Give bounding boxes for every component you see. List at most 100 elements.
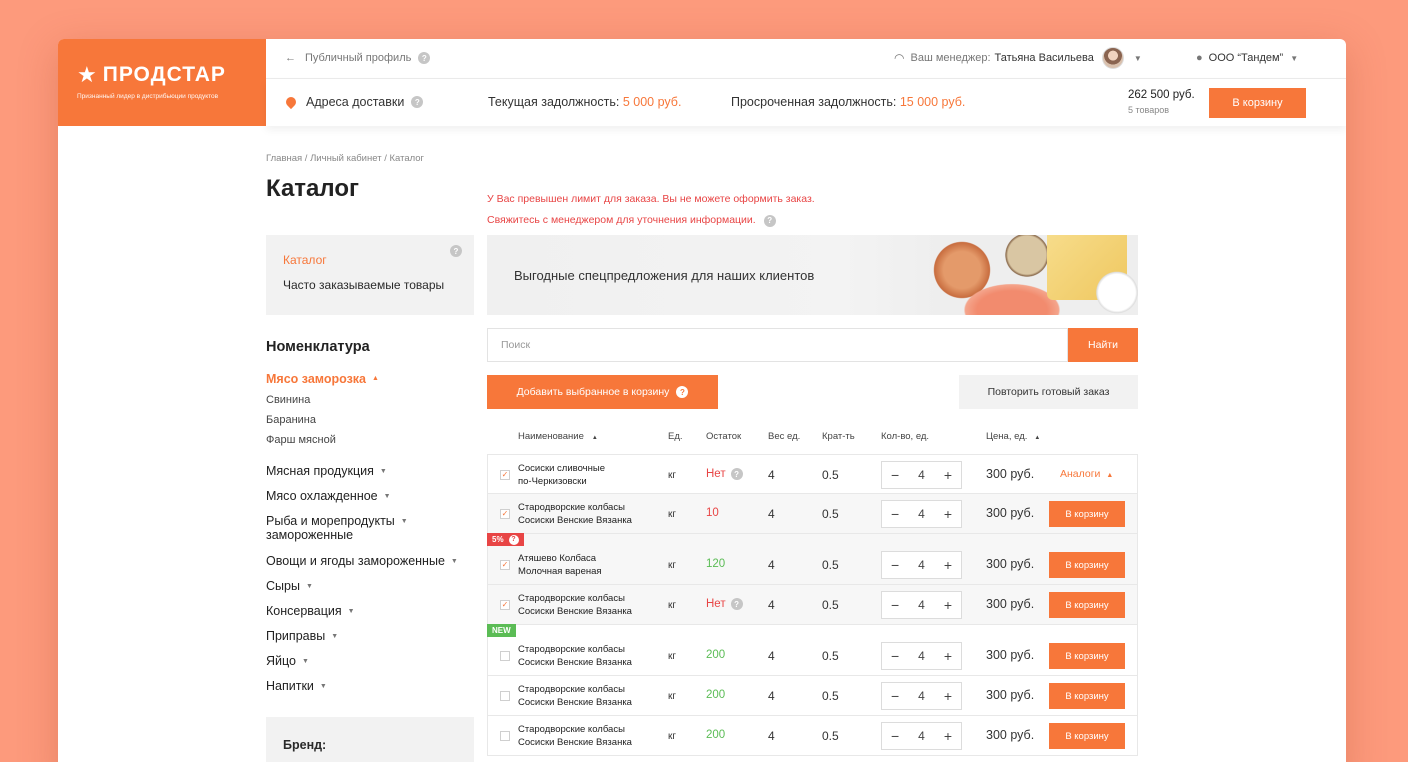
- table-row: NEW Стародворские колбасы Сосиски Венские …: [487, 624, 1138, 676]
- help-icon[interactable]: ?: [730, 468, 743, 480]
- price: 300 руб.: [986, 506, 1035, 520]
- row-checkbox[interactable]: ✓: [500, 470, 510, 480]
- plus-icon[interactable]: +: [944, 648, 952, 664]
- plus-icon[interactable]: +: [944, 597, 952, 613]
- quantity-stepper[interactable]: − 4 +: [881, 722, 962, 750]
- header-name[interactable]: Наименование ▲: [518, 431, 598, 442]
- search-button[interactable]: Найти: [1068, 328, 1138, 362]
- unit-weight: 4: [768, 689, 775, 703]
- promo-banner[interactable]: Выгодные спецпредложения для наших клиен…: [487, 235, 1138, 315]
- row-checkbox[interactable]: ✓: [500, 560, 510, 570]
- row-checkbox[interactable]: [500, 731, 510, 741]
- minus-icon[interactable]: −: [891, 688, 899, 704]
- unit-weight: 4: [768, 598, 775, 612]
- plus-icon[interactable]: +: [944, 557, 952, 573]
- category-frozen-meat[interactable]: Мясо заморозка ▲: [266, 372, 458, 394]
- add-to-cart-button[interactable]: В корзину: [1049, 723, 1125, 749]
- row-checkbox[interactable]: ✓: [500, 509, 510, 519]
- help-icon[interactable]: ?: [411, 96, 424, 108]
- side-menu-frequent[interactable]: Часто заказываемые товары: [283, 278, 474, 292]
- unit: кг: [668, 600, 677, 611]
- category-spices[interactable]: Приправы ▼: [266, 629, 458, 654]
- delivery-addresses-link[interactable]: Адреса доставки ?: [283, 94, 424, 110]
- price: 300 руб.: [986, 557, 1035, 571]
- category-vegetables[interactable]: Овощи и ягоды замороженные ▼: [266, 554, 458, 579]
- add-to-cart-button[interactable]: В корзину: [1049, 592, 1125, 618]
- minus-icon[interactable]: −: [891, 728, 899, 744]
- plus-icon[interactable]: +: [944, 467, 952, 483]
- analogs-toggle[interactable]: Аналоги ▲: [1060, 468, 1113, 480]
- user-icon: ●: [1196, 52, 1203, 64]
- add-to-cart-button[interactable]: В корзину: [1049, 683, 1125, 709]
- product-name[interactable]: Сосиски сливочные по-Черкизовски: [518, 462, 605, 488]
- quantity-value: 4: [918, 598, 925, 612]
- multiplicity: 0.5: [822, 507, 839, 521]
- row-checkbox[interactable]: [500, 651, 510, 661]
- search-input[interactable]: Поиск: [487, 328, 1068, 362]
- app-window: ★ ПРОДСТАР Признанный лидер в дистрибьюц…: [58, 39, 1346, 762]
- subcategory-pork[interactable]: Свинина: [266, 394, 458, 414]
- quantity-stepper[interactable]: − 4 +: [881, 642, 962, 670]
- category-seafood[interactable]: Рыба и морепродукты ▼ замороженные: [266, 514, 458, 554]
- add-to-cart-button[interactable]: В корзину: [1049, 643, 1125, 669]
- plus-icon[interactable]: +: [944, 728, 952, 744]
- help-icon[interactable]: ?: [450, 245, 462, 257]
- add-to-cart-button[interactable]: В корзину: [1049, 501, 1125, 527]
- header-qty: Кол-во, ед.: [881, 431, 930, 442]
- multiplicity: 0.5: [822, 729, 839, 743]
- quantity-stepper[interactable]: − 4 +: [881, 682, 962, 710]
- subcategory-lamb[interactable]: Баранина: [266, 414, 458, 434]
- price: 300 руб.: [986, 597, 1035, 611]
- quantity-stepper[interactable]: − 4 +: [881, 551, 962, 579]
- product-name[interactable]: Стародворские колбасы Сосиски Венские Вяз…: [518, 643, 632, 669]
- quantity-stepper[interactable]: − 4 +: [881, 461, 962, 489]
- plus-icon[interactable]: +: [944, 688, 952, 704]
- row-checkbox[interactable]: [500, 691, 510, 701]
- minus-icon[interactable]: −: [891, 557, 899, 573]
- multiplicity: 0.5: [822, 689, 839, 703]
- page-title: Каталог: [266, 175, 359, 202]
- product-name[interactable]: Стародворские колбасы Сосиски Венские Вяз…: [518, 592, 632, 618]
- product-name[interactable]: Стародворские колбасы Сосиски Венские Вяз…: [518, 683, 632, 709]
- subcategory-mince[interactable]: Фарш мясной: [266, 434, 458, 454]
- category-cheese[interactable]: Сыры ▼: [266, 579, 458, 604]
- help-icon[interactable]: ?: [763, 214, 776, 227]
- company-menu[interactable]: ● ООО “Тандем” ▼: [1196, 52, 1298, 64]
- add-selected-button[interactable]: Добавить выбранное в корзину?: [487, 375, 718, 409]
- category-eggs[interactable]: Яйцо ▼: [266, 654, 458, 679]
- add-to-cart-button[interactable]: В корзину: [1049, 552, 1125, 578]
- category-chilled-meat[interactable]: Мясо охлажденное ▼: [266, 489, 458, 514]
- multiplicity: 0.5: [822, 558, 839, 572]
- side-menu-catalog[interactable]: Каталог: [283, 253, 474, 267]
- stock: Нет?: [706, 468, 743, 480]
- cart-button[interactable]: В корзину: [1209, 88, 1306, 118]
- manager-name: Татьяна Васильева: [994, 52, 1094, 64]
- minus-icon[interactable]: −: [891, 597, 899, 613]
- product-name[interactable]: Стародворские колбасы Сосиски Венские Вяз…: [518, 723, 632, 749]
- headset-icon: ◠: [894, 51, 905, 65]
- minus-icon[interactable]: −: [891, 648, 899, 664]
- quantity-stepper[interactable]: − 4 +: [881, 591, 962, 619]
- category-meat-products[interactable]: Мясная продукция ▼: [266, 464, 458, 489]
- category-drinks[interactable]: Напитки ▼: [266, 679, 458, 704]
- breadcrumb[interactable]: Главная / Личный кабинет / Каталог: [266, 153, 424, 164]
- repeat-order-button[interactable]: Повторить готовый заказ: [959, 375, 1138, 409]
- public-profile-link[interactable]: ← Публичный профиль ?: [285, 52, 431, 64]
- brand-filter[interactable]: Бренд:: [266, 717, 474, 762]
- manager-menu[interactable]: ◠ Ваш менеджер: Татьяна Васильева ▼: [894, 47, 1142, 69]
- product-name[interactable]: Стародворские колбасы Сосиски Венские Вяз…: [518, 501, 632, 527]
- header-price[interactable]: Цена, ед. ▲: [986, 431, 1040, 442]
- help-icon[interactable]: ?: [730, 598, 743, 610]
- logo[interactable]: ★ ПРОДСТАР Признанный лидер в дистрибьюц…: [58, 39, 266, 126]
- discount-badge: 5%?: [487, 533, 524, 546]
- chevron-down-icon: ▼: [301, 658, 309, 665]
- plus-icon[interactable]: +: [944, 506, 952, 522]
- minus-icon[interactable]: −: [891, 506, 899, 522]
- category-canned[interactable]: Консервация ▼: [266, 604, 458, 629]
- help-icon[interactable]: ?: [418, 52, 431, 64]
- unit-weight: 4: [768, 507, 775, 521]
- row-checkbox[interactable]: ✓: [500, 600, 510, 610]
- minus-icon[interactable]: −: [891, 467, 899, 483]
- product-name[interactable]: Атяшево Колбаса Молочная вареная: [518, 552, 602, 578]
- quantity-stepper[interactable]: − 4 +: [881, 500, 962, 528]
